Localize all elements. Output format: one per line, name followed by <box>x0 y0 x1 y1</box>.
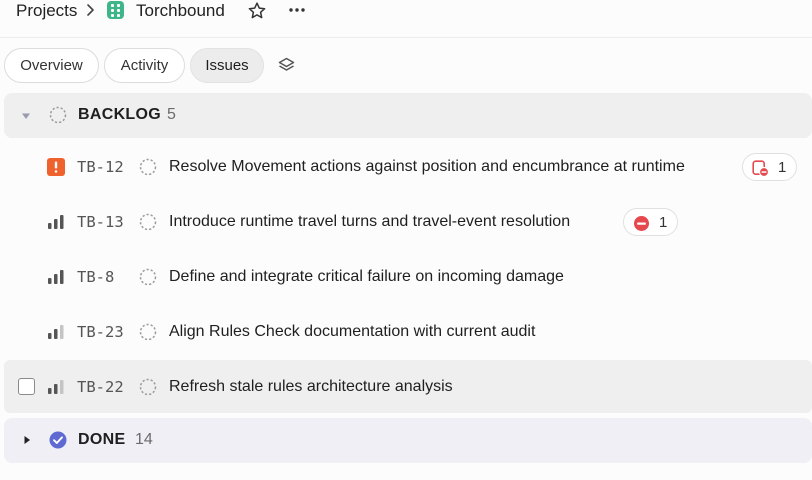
issue-title[interactable]: Resolve Movement actions against positio… <box>169 158 685 176</box>
issue-id: TB-12 <box>77 158 124 176</box>
group-title: DONE <box>78 431 126 448</box>
issue-id: TB-23 <box>77 323 124 341</box>
backlog-status-icon[interactable] <box>139 323 157 341</box>
issue-title[interactable]: Refresh stale rules architecture analysi… <box>169 378 453 396</box>
medium-priority-icon <box>48 380 64 394</box>
issue-row[interactable]: TB-22 Refresh stale rules architecture a… <box>4 360 812 413</box>
select-checkbox[interactable] <box>18 378 35 395</box>
layers-icon[interactable] <box>277 56 296 75</box>
tab-overview[interactable]: Overview <box>4 48 99 83</box>
relation-badge[interactable]: 1 <box>623 208 678 236</box>
backlog-status-icon[interactable] <box>139 158 157 176</box>
group-title: BACKLOG <box>78 106 161 123</box>
issue-id: TB-22 <box>77 378 124 396</box>
group-header-done[interactable]: DONE 14 <box>4 418 812 463</box>
breadcrumb-project[interactable]: Torchbound <box>136 1 225 21</box>
issue-title[interactable]: Align Rules Check documentation with cur… <box>169 323 535 341</box>
issue-row[interactable]: TB-12 Resolve Movement actions against p… <box>4 140 812 193</box>
issue-title[interactable]: Introduce runtime travel turns and trave… <box>169 213 570 231</box>
backlog-status-icon <box>49 106 67 124</box>
tab-issues[interactable]: Issues <box>190 48 264 83</box>
more-options-icon[interactable] <box>288 1 306 19</box>
backlog-status-icon[interactable] <box>139 378 157 396</box>
caret-right-icon[interactable] <box>22 435 32 445</box>
urgent-priority-icon <box>47 158 65 176</box>
chevron-right-icon <box>87 4 94 16</box>
star-icon[interactable] <box>247 1 267 21</box>
issue-row[interactable]: TB-8 Define and integrate critical failu… <box>4 250 812 303</box>
badge-count: 1 <box>659 214 668 231</box>
relation-badge[interactable]: 1 <box>742 153 797 181</box>
backlog-status-icon[interactable] <box>139 268 157 286</box>
backlog-status-icon[interactable] <box>139 213 157 231</box>
top-bar: Projects Torchbound <box>0 0 812 38</box>
blocked-by-icon <box>752 160 769 177</box>
group-header-backlog[interactable]: BACKLOG 5 <box>4 93 812 138</box>
breadcrumb-projects[interactable]: Projects <box>16 1 77 21</box>
group-count: 14 <box>135 431 153 448</box>
issue-title[interactable]: Define and integrate critical failure on… <box>169 268 564 286</box>
issue-id: TB-13 <box>77 213 124 231</box>
project-icon <box>107 1 124 19</box>
blocking-icon <box>634 216 649 231</box>
issue-id: TB-8 <box>77 268 115 286</box>
high-priority-icon <box>48 215 64 229</box>
caret-down-icon[interactable] <box>21 111 31 121</box>
tab-activity[interactable]: Activity <box>104 48 185 83</box>
high-priority-icon <box>48 270 64 284</box>
medium-priority-icon <box>48 325 64 339</box>
issue-row[interactable]: TB-23 Align Rules Check documentation wi… <box>4 305 812 358</box>
badge-count: 1 <box>778 159 787 176</box>
group-count: 5 <box>167 106 176 123</box>
issue-row[interactable]: TB-13 Introduce runtime travel turns and… <box>4 195 812 248</box>
done-status-icon <box>49 431 67 449</box>
